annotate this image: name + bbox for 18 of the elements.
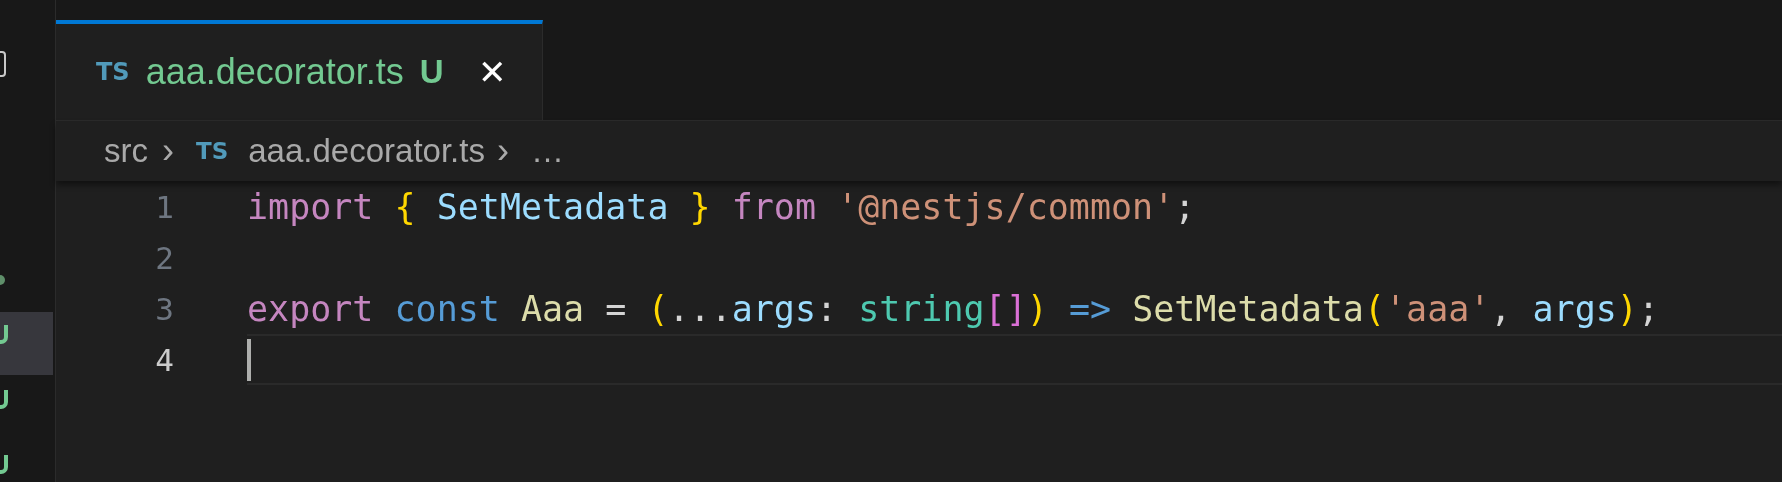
line-number: 1 bbox=[154, 188, 174, 225]
breadcrumb-folder[interactable]: src bbox=[104, 132, 148, 170]
tab-label: aaa.decorator.ts bbox=[145, 51, 404, 93]
line-number: 3 bbox=[154, 290, 174, 327]
line-number: 2 bbox=[154, 239, 174, 276]
typescript-file-icon: TS bbox=[196, 138, 229, 164]
breadcrumb-file[interactable]: aaa.decorator.ts bbox=[248, 132, 485, 170]
breadcrumb-more[interactable]: … bbox=[530, 132, 565, 170]
close-icon[interactable]: ✕ bbox=[477, 52, 506, 92]
chevron-icon: › bbox=[162, 130, 174, 172]
git-status-letter: U bbox=[419, 53, 444, 91]
code-line: export const Aaa = (...args: string[]) => SetMetadata('aaa', args); bbox=[247, 288, 1659, 329]
text-cursor bbox=[247, 338, 251, 381]
code-line: import { SetMetadata } from '@nestjs/common'; bbox=[247, 186, 1196, 227]
line-number: 4 bbox=[154, 341, 174, 378]
editor-tab[interactable]: TS aaa.decorator.ts U ✕ bbox=[56, 20, 543, 120]
chevron-icon: › bbox=[496, 130, 509, 172]
typescript-file-icon: TS bbox=[96, 58, 130, 86]
